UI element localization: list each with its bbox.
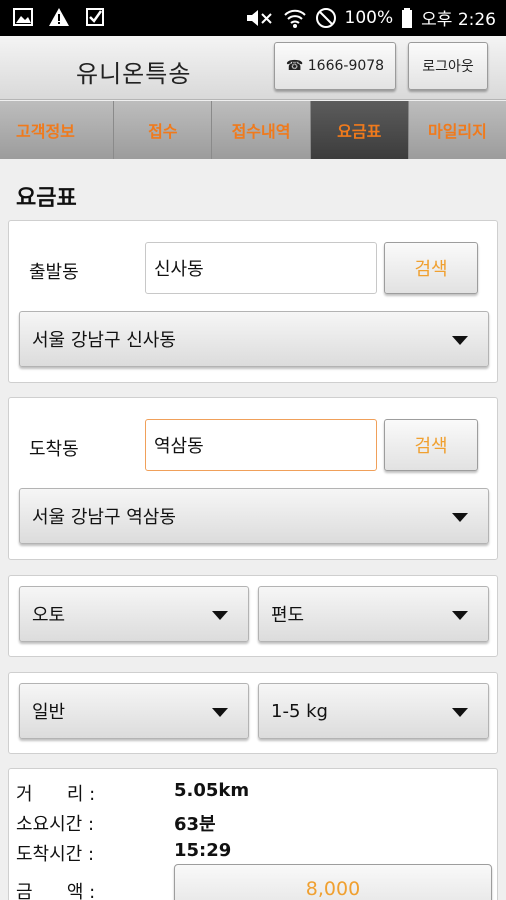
arrival-address-value: 서울 강남구 역삼동 xyxy=(32,507,176,528)
arrival-panel: 도착동 역삼동 검색 서울 강남구 역삼동 xyxy=(8,397,498,560)
weight-value: 1-5 kg xyxy=(271,700,328,722)
departure-panel: 출발동 신사동 검색 서울 강남구 신사동 xyxy=(8,220,498,383)
tab-fare-table[interactable]: 요금표 xyxy=(310,101,409,159)
vehicle-type-select[interactable]: 오토 xyxy=(19,586,249,642)
duration-label: 소요시간 : xyxy=(16,814,95,835)
arrival-input[interactable]: 역삼동 xyxy=(145,419,377,471)
arrival-time-value: 15:29 xyxy=(174,840,232,861)
tab-order-history[interactable]: 접수내역 xyxy=(212,101,311,159)
chevron-down-icon xyxy=(212,708,228,717)
tab-order[interactable]: 접수 xyxy=(114,101,213,159)
amount-button[interactable]: 8,000 xyxy=(174,864,492,900)
app-header: 유니온특송 ☎ 1666-9078 로그아웃 xyxy=(0,36,506,100)
trip-type-value: 편도 xyxy=(271,605,305,626)
chevron-down-icon xyxy=(212,611,228,620)
vehicle-options-panel: 오토 편도 xyxy=(8,575,498,657)
warning-icon xyxy=(48,6,70,28)
departure-address-value: 서울 강남구 신사동 xyxy=(32,330,176,351)
tab-customer-info[interactable]: 고객정보 xyxy=(0,101,115,159)
vehicle-type-value: 오토 xyxy=(32,605,66,626)
battery-icon xyxy=(401,7,413,29)
arrival-address-select[interactable]: 서울 강남구 역삼동 xyxy=(19,488,489,544)
departure-search-button[interactable]: 검색 xyxy=(384,242,478,294)
battery-percent: 100% xyxy=(344,7,394,28)
arrival-search-button[interactable]: 검색 xyxy=(384,419,478,471)
chevron-down-icon xyxy=(452,611,468,620)
departure-address-select[interactable]: 서울 강남구 신사동 xyxy=(19,311,489,367)
wifi-icon xyxy=(283,7,307,29)
clock: 오후 2:26 xyxy=(421,10,496,30)
no-signal-icon xyxy=(315,7,337,29)
arrival-label: 도착동 xyxy=(29,439,79,460)
chevron-down-icon xyxy=(452,336,468,345)
mute-icon xyxy=(245,7,275,29)
weight-select[interactable]: 1-5 kg xyxy=(258,683,489,739)
arrival-time-label: 도착시간 : xyxy=(16,844,95,865)
duration-value: 63분 xyxy=(174,814,216,835)
trip-type-select[interactable]: 편도 xyxy=(258,586,489,642)
chevron-down-icon xyxy=(452,708,468,717)
service-options-panel: 일반 1-5 kg xyxy=(8,672,498,754)
call-button[interactable]: ☎ 1666-9078 xyxy=(274,42,396,90)
chevron-down-icon xyxy=(452,513,468,522)
departure-label: 출발동 xyxy=(29,262,79,283)
status-bar: 100% 오후 2:26 xyxy=(0,0,506,36)
gallery-icon xyxy=(12,6,34,28)
tab-bar: 고객정보 접수 접수내역 요금표 마일리지 xyxy=(0,101,506,159)
amount-label: 금 액 : xyxy=(16,882,96,900)
tab-mileage[interactable]: 마일리지 xyxy=(409,101,506,159)
distance-label: 거 리 : xyxy=(16,784,96,805)
logout-button[interactable]: 로그아웃 xyxy=(408,42,488,90)
service-type-select[interactable]: 일반 xyxy=(19,683,249,739)
app-title: 유니온특송 xyxy=(76,60,192,88)
checkbox-icon xyxy=(84,6,106,28)
departure-input[interactable]: 신사동 xyxy=(145,242,377,294)
distance-value: 5.05km xyxy=(174,780,250,801)
page-title: 요금표 xyxy=(16,186,77,211)
service-type-value: 일반 xyxy=(32,702,66,723)
